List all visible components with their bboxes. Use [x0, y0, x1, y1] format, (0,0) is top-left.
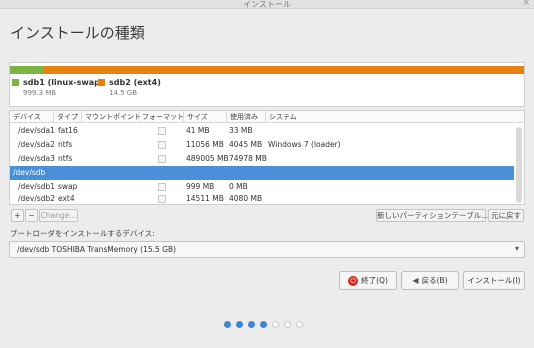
cell-type: ntfs: [58, 140, 73, 149]
partition-table[interactable]: デバイス タイプ マウントポイント フォーマット サイズ 使用済み システム /…: [9, 110, 525, 205]
install-label: インストール(I): [467, 276, 521, 285]
cell-type: ntfs: [58, 154, 73, 163]
cell-type: fat16: [58, 126, 78, 135]
chevron-down-icon: ▾: [514, 244, 519, 253]
cell-type: ext4: [58, 194, 75, 203]
cell-device: /dev/sdb: [13, 168, 46, 177]
format-checkbox[interactable]: [158, 127, 166, 135]
quit-label: 終了(Q): [361, 276, 388, 285]
table-row[interactable]: /dev/sda1 fat16 41 MB 33 MB: [10, 124, 514, 138]
format-checkbox[interactable]: [158, 183, 166, 191]
window-title: インストール: [243, 0, 291, 9]
column-header-used[interactable]: 使用済み: [227, 111, 266, 123]
step-dot: [272, 321, 279, 328]
cell-size: 489005 MB: [186, 154, 229, 163]
column-header-system[interactable]: システム: [266, 111, 524, 123]
step-indicator: [224, 321, 303, 328]
table-row[interactable]: /dev/sda3 ntfs 489005 MB 74978 MB: [10, 152, 514, 166]
bootloader-device-value: /dev/sdb TOSHIBA TransMemory (15.5 GB): [17, 245, 177, 254]
cell-size: 14511 MB: [186, 194, 224, 203]
partition-bar-panel: sdb1 (linux-swap) 999.3 MB sdb2 (ext4) 1…: [9, 62, 525, 107]
cell-system: Windows 7 (loader): [268, 140, 341, 149]
step-dot: [284, 321, 291, 328]
window-titlebar: インストール ×: [0, 0, 534, 9]
cell-used: 74978 MB: [229, 154, 267, 163]
format-checkbox[interactable]: [158, 141, 166, 149]
back-button[interactable]: ◀ 戻る(B): [401, 271, 459, 290]
back-label: 戻る(B): [421, 276, 448, 285]
cell-used: 4080 MB: [229, 194, 263, 203]
cell-size: 41 MB: [186, 126, 210, 135]
bootloader-label: ブートローダをインストールするデバイス:: [10, 229, 155, 238]
power-icon: ⏻: [348, 275, 359, 286]
column-header-type[interactable]: タイプ: [54, 111, 82, 123]
step-dot: [224, 321, 231, 328]
quit-button[interactable]: ⏻ 終了(Q): [339, 271, 397, 290]
cell-size: 11056 MB: [186, 140, 224, 149]
partition-bar: [10, 66, 524, 74]
legend-swatch-sdb2: [98, 79, 105, 86]
back-arrow-icon: ◀: [412, 276, 419, 285]
legend-name-sdb2: sdb2 (ext4): [109, 78, 161, 87]
step-dot: [296, 321, 303, 328]
page-title: インストールの種類: [10, 24, 145, 42]
partition-segment-sdb1-swap: [10, 66, 44, 74]
cell-device: /dev/sda3: [18, 154, 55, 163]
legend-size-sdb2: 14.5 GB: [109, 89, 138, 97]
legend-name-sdb1: sdb1 (linux-swap): [23, 78, 104, 87]
step-dot: [260, 321, 267, 328]
cell-used: 4045 MB: [229, 140, 263, 149]
table-row[interactable]: /dev/sdb2 ext4 14511 MB 4080 MB: [10, 192, 514, 204]
step-dot: [248, 321, 255, 328]
bootloader-device-select[interactable]: /dev/sdb TOSHIBA TransMemory (15.5 GB) ▾: [9, 241, 525, 258]
revert-button[interactable]: 元に戻す: [488, 209, 524, 222]
table-row[interactable]: /dev/sda2 ntfs 11056 MB 4045 MB Windows …: [10, 138, 514, 152]
remove-partition-button[interactable]: −: [25, 209, 38, 222]
cell-device: /dev/sda1: [18, 126, 55, 135]
column-header-size[interactable]: サイズ: [184, 111, 227, 123]
table-scrollbar[interactable]: [516, 127, 522, 203]
partition-segment-sdb2-ext4: [43, 66, 524, 74]
column-header-format[interactable]: フォーマット: [139, 111, 184, 123]
legend-swatch-sdb1: [12, 79, 19, 86]
new-partition-table-button[interactable]: 新しいパーティションテーブル...: [376, 209, 488, 222]
close-icon[interactable]: ×: [522, 0, 530, 8]
change-partition-button[interactable]: Change...: [39, 209, 78, 222]
format-checkbox[interactable]: [158, 195, 166, 203]
column-header-mount[interactable]: マウントポイント: [82, 111, 141, 123]
format-checkbox[interactable]: [158, 155, 166, 163]
column-header-device[interactable]: デバイス: [10, 111, 54, 123]
add-partition-button[interactable]: +: [11, 209, 24, 222]
table-row-selected[interactable]: /dev/sdb: [10, 166, 514, 180]
step-dot: [236, 321, 243, 328]
cell-device: /dev/sdb2: [18, 194, 56, 203]
legend-size-sdb1: 999.3 MB: [23, 89, 57, 97]
cell-device: /dev/sda2: [18, 140, 55, 149]
install-button[interactable]: インストール(I): [463, 271, 525, 290]
table-header: デバイス タイプ マウントポイント フォーマット サイズ 使用済み システム: [10, 111, 524, 123]
cell-used: 33 MB: [229, 126, 253, 135]
